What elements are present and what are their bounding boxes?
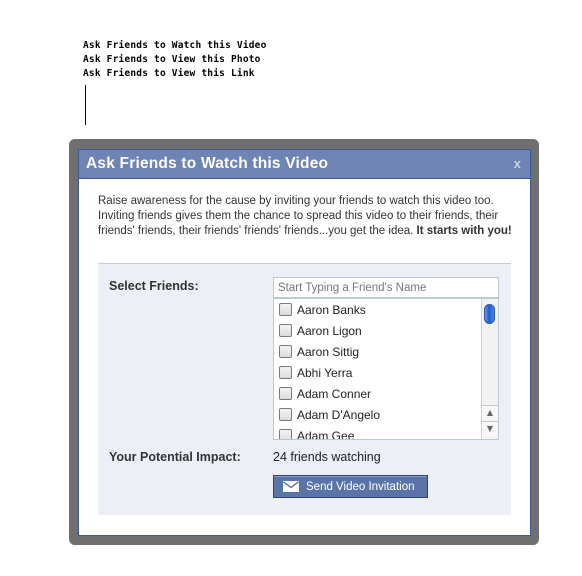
scroll-down-icon[interactable]: ▼ [482,421,498,436]
friend-row[interactable]: Adam D'Angelo [274,404,482,425]
friend-checkbox[interactable] [279,345,292,358]
dialog-header: Ask Friends to Watch this Video x [79,150,530,179]
friend-row[interactable]: Aaron Ligon [274,320,482,341]
friend-name: Adam Gee [297,428,355,440]
pointer-line [85,85,86,125]
envelope-icon [283,481,299,492]
friend-list: Aaron Banks Aaron Ligon Aaron Sittig Abh… [273,298,499,440]
send-invitation-button[interactable]: Send Video Invitation [273,475,428,498]
friend-name: Abhi Yerra [297,365,353,380]
link-view-link[interactable]: Ask Friends to View this Link [83,67,267,81]
friend-row[interactable]: Adam Gee [274,425,482,440]
link-view-photo[interactable]: Ask Friends to View this Photo [83,53,267,67]
friend-checkbox[interactable] [279,324,292,337]
friend-row[interactable]: Aaron Sittig [274,341,482,362]
friend-name: Aaron Sittig [297,344,360,359]
impact-label: Your Potential Impact: [109,450,241,464]
page: Ask Friends to Watch this Video Ask Frie… [0,0,582,576]
invite-panel: Select Friends: Aaron Banks Aaron Ligon … [98,263,511,515]
invite-dialog: Ask Friends to Watch this Video x Raise … [78,149,531,536]
friend-checkbox[interactable] [279,366,292,379]
send-button-label: Send Video Invitation [306,480,415,493]
friend-name: Adam Conner [297,386,372,401]
friend-name: Aaron Ligon [297,323,362,338]
friend-checkbox[interactable] [279,303,292,316]
friend-search-input[interactable] [273,277,499,298]
dialog-title: Ask Friends to Watch this Video [86,155,329,172]
friend-checkbox[interactable] [279,429,292,439]
link-watch-video[interactable]: Ask Friends to Watch this Video [83,39,267,53]
friend-row[interactable]: Aaron Banks [274,299,482,320]
share-links: Ask Friends to Watch this Video Ask Frie… [83,39,267,81]
friend-name: Adam D'Angelo [297,407,381,422]
friend-checkbox[interactable] [279,408,292,421]
select-friends-label: Select Friends: [109,279,199,293]
impact-value: 24 friends watching [273,450,381,464]
close-icon[interactable]: x [514,150,521,177]
intro-text: Raise awareness for the cause by invitin… [98,194,518,239]
friend-name: Aaron Banks [297,302,366,317]
friend-items: Aaron Banks Aaron Ligon Aaron Sittig Abh… [274,299,482,440]
scroll-thumb[interactable] [484,304,495,324]
scroll-up-icon[interactable]: ▲ [482,405,498,420]
friend-row[interactable]: Abhi Yerra [274,362,482,383]
friend-checkbox[interactable] [279,387,292,400]
friend-list-scrollbar[interactable]: ▲ ▼ [481,299,498,439]
friend-row[interactable]: Adam Conner [274,383,482,404]
intro-emphasis: It starts with you! [416,225,512,237]
